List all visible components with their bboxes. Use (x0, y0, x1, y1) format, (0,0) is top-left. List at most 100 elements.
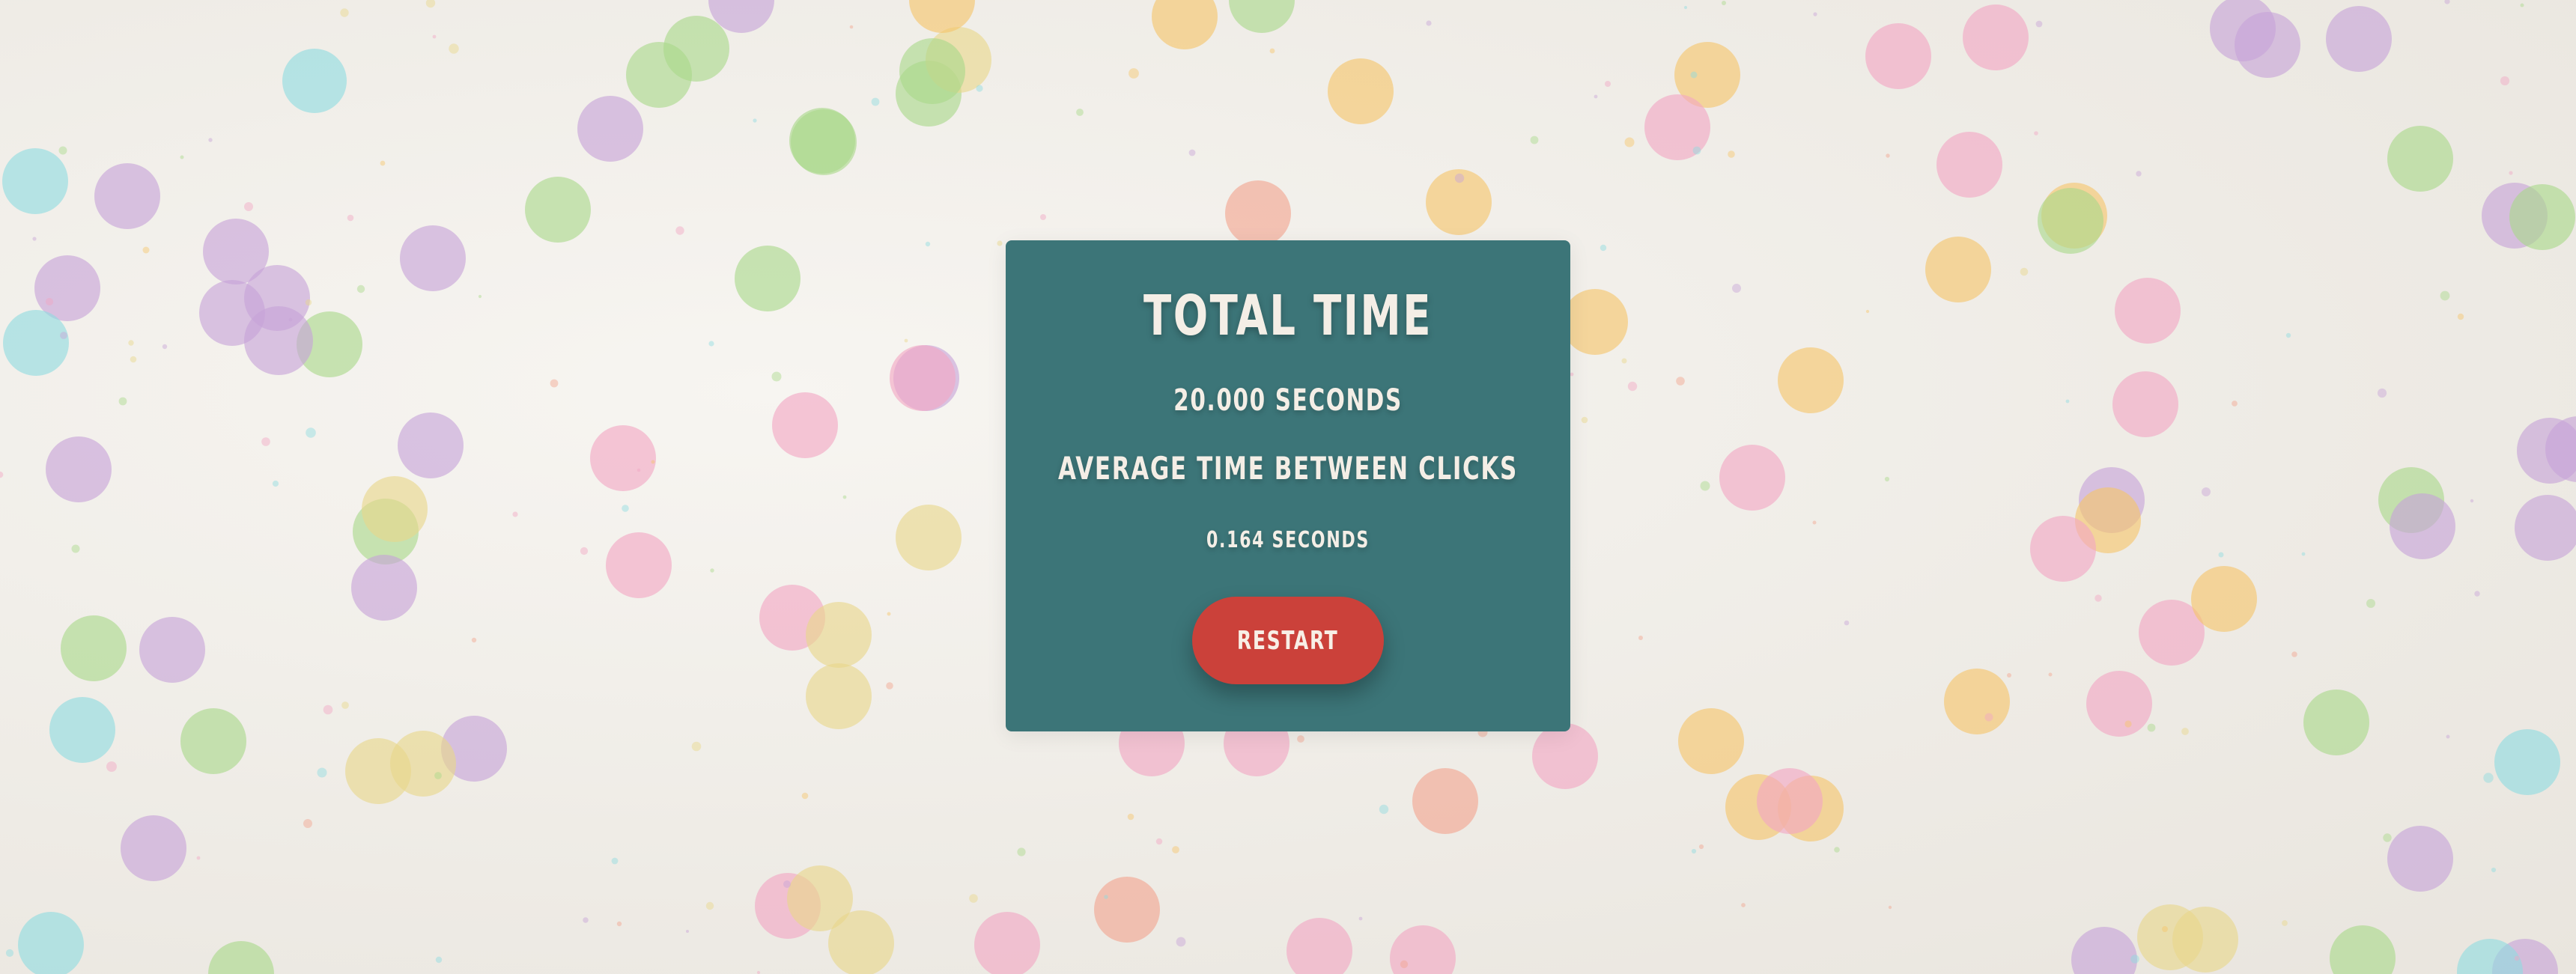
confetti-speck (1426, 20, 1432, 26)
confetti-speck (1984, 713, 1993, 722)
confetti-speck (611, 857, 619, 865)
confetti-speck (1570, 372, 1574, 377)
confetti-dot (1678, 708, 1744, 774)
confetti-speck (45, 297, 54, 306)
confetti-speck (637, 468, 641, 472)
confetti-speck (2483, 773, 2494, 783)
confetti-dot (896, 505, 962, 570)
confetti-speck (208, 138, 213, 142)
confetti-dot (94, 163, 160, 229)
confetti-speck (1813, 12, 1817, 16)
confetti-dot (1719, 445, 1785, 511)
confetti-speck (1127, 813, 1134, 821)
confetti-speck (2282, 920, 2288, 926)
restart-button[interactable]: RESTART (1192, 597, 1384, 684)
confetti-speck (2162, 926, 2168, 932)
confetti-speck (771, 371, 782, 382)
confetti-dot (2071, 927, 2137, 974)
confetti-speck (2440, 290, 2450, 301)
confetti-speck (1128, 68, 1139, 79)
confetti-speck (261, 437, 270, 446)
confetti-speck (1605, 81, 1611, 87)
confetti-dot (2330, 925, 2396, 974)
confetti-speck (2446, 734, 2450, 739)
confetti-speck (1269, 48, 1275, 54)
confetti-speck (128, 340, 134, 346)
confetti-speck (1297, 735, 1304, 743)
confetti-speck (303, 819, 312, 828)
confetti-dot (1094, 877, 1160, 943)
confetti-dot (282, 49, 347, 113)
confetti-speck (130, 356, 137, 363)
confetti-speck (1188, 149, 1196, 156)
confetti-dot (1328, 58, 1394, 124)
confetti-dot (1562, 289, 1628, 355)
confetti-speck (2520, 3, 2524, 7)
confetti-dot (890, 345, 956, 411)
confetti-speck (1638, 636, 1643, 640)
confetti-speck (449, 43, 459, 54)
confetti-dot (1944, 669, 2010, 734)
confetti-dot (208, 941, 274, 974)
confetti-dot (1412, 768, 1478, 834)
confetti-speck (435, 956, 443, 964)
confetti-speck (651, 460, 655, 464)
confetti-dot (180, 708, 246, 774)
confetti-speck (904, 338, 908, 343)
total-time-title: TOTAL TIME (1143, 284, 1433, 348)
confetti-dot (577, 96, 643, 162)
confetti-dot (2303, 690, 2369, 755)
confetti-dot (1152, 0, 1218, 49)
confetti-dot (46, 436, 112, 502)
confetti-speck (58, 146, 67, 155)
confetti-speck (288, 317, 293, 322)
confetti-speck (976, 85, 983, 92)
confetti-speck (32, 237, 37, 241)
confetti-speck (1581, 416, 1588, 424)
confetti-speck (2124, 720, 2132, 728)
confetti-speck (2377, 388, 2387, 398)
confetti-speck (997, 240, 1003, 246)
confetti-dot (2494, 729, 2560, 795)
confetti-speck (1741, 903, 1746, 907)
confetti-dot (1936, 132, 2002, 198)
confetti-speck (849, 25, 854, 29)
confetti-speck (5, 949, 14, 958)
confetti-dot (244, 306, 313, 375)
confetti-speck (1358, 916, 1363, 921)
confetti-speck (2007, 673, 2011, 678)
confetti-speck (2500, 76, 2510, 86)
confetti-dot (626, 42, 692, 108)
confetti-speck (969, 894, 978, 903)
confetti-dot (1229, 0, 1295, 33)
confetti-dot (2387, 126, 2453, 192)
confetti-dot (2, 148, 68, 214)
confetti-speck (2457, 313, 2464, 320)
confetti-dot (2115, 278, 2181, 344)
confetti-speck (2232, 401, 2238, 407)
confetti-speck (196, 856, 201, 860)
confetti-speck (2514, 955, 2520, 961)
confetti-speck (0, 471, 4, 478)
confetti-speck (1691, 848, 1697, 854)
confetti-speck (1172, 846, 1179, 853)
confetti-dot (1963, 4, 2029, 70)
confetti-speck (380, 160, 386, 166)
confetti-dot (390, 731, 456, 797)
confetti-dot (2387, 826, 2453, 892)
confetti-speck (1728, 150, 1735, 158)
confetti-speck (317, 767, 327, 778)
confetti-speck (2285, 332, 2291, 338)
confetti-speck (675, 226, 684, 235)
confetti-dot (2112, 371, 2178, 437)
confetti-speck (1700, 481, 1710, 491)
confetti-dot (525, 177, 591, 243)
confetti-dot (974, 912, 1040, 974)
confetti-speck (1886, 153, 1890, 158)
confetti-speck (2034, 131, 2038, 136)
confetti-speck (162, 344, 168, 350)
confetti-speck (1155, 838, 1163, 845)
confetti-speck (244, 202, 253, 211)
confetti-speck (425, 0, 436, 8)
confetti-dot (1778, 347, 1844, 413)
